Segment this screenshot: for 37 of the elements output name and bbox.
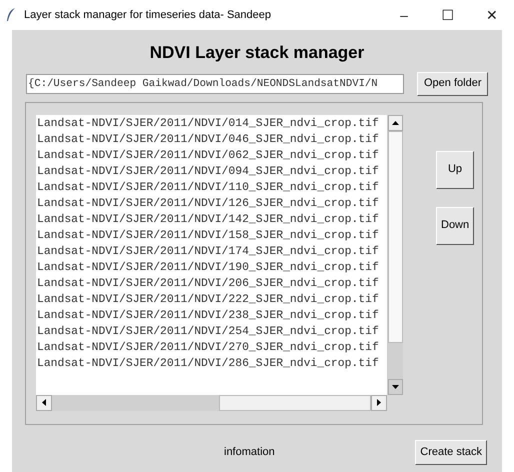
file-item[interactable]: Landsat-NDVI/SJER/2011/NDVI/286_SJER_ndvi_crop.tif <box>37 356 379 372</box>
down-arrow-icon <box>392 384 399 388</box>
open-folder-button[interactable]: Open folder <box>417 72 488 96</box>
file-item[interactable]: Landsat-NDVI/SJER/2011/NDVI/206_SJER_ndvi_crop.tif <box>37 276 379 292</box>
file-item[interactable]: Landsat-NDVI/SJER/2011/NDVI/142_SJER_ndvi_crop.tif <box>37 212 379 228</box>
feather-icon <box>6 8 16 22</box>
down-button[interactable]: Down <box>436 206 474 244</box>
path-field[interactable]: {C:/Users/Sandeep Gaikwad/Downloads/NEONDSLandsatNDVI/N <box>26 74 404 94</box>
file-item[interactable]: Landsat-NDVI/SJER/2011/NDVI/174_SJER_ndvi_crop.tif <box>37 244 379 260</box>
maximize-button[interactable]: ☐ <box>426 0 470 30</box>
file-list[interactable] <box>36 114 387 394</box>
file-item[interactable]: Landsat-NDVI/SJER/2011/NDVI/222_SJER_ndvi_crop.tif <box>37 292 379 308</box>
close-button[interactable]: ✕ <box>470 0 514 30</box>
file-item[interactable]: Landsat-NDVI/SJER/2011/NDVI/190_SJER_ndvi_crop.tif <box>37 260 379 276</box>
file-item[interactable]: Landsat-NDVI/SJER/2011/NDVI/126_SJER_ndvi_crop.tif <box>37 196 379 212</box>
minimize-button[interactable]: – <box>382 0 426 30</box>
up-arrow-icon <box>392 120 399 124</box>
heading: NDVI Layer stack manager <box>150 42 364 64</box>
file-item[interactable]: Landsat-NDVI/SJER/2011/NDVI/254_SJER_ndvi_crop.tif <box>37 324 379 340</box>
file-item[interactable]: Landsat-NDVI/SJER/2011/NDVI/046_SJER_ndvi_crop.tif <box>37 132 379 148</box>
file-item[interactable]: Landsat-NDVI/SJER/2011/NDVI/110_SJER_ndvi_crop.tif <box>37 180 379 196</box>
status-text: infomation <box>224 444 275 460</box>
up-button[interactable]: Up <box>436 150 474 188</box>
scrollbar-thumb[interactable] <box>219 394 371 410</box>
file-item[interactable]: Landsat-NDVI/SJER/2011/NDVI/014_SJER_ndvi_crop.tif <box>37 116 379 132</box>
vertical-scrollbar[interactable] <box>387 114 403 394</box>
file-item[interactable]: Landsat-NDVI/SJER/2011/NDVI/158_SJER_ndvi_crop.tif <box>37 228 379 244</box>
file-item[interactable]: Landsat-NDVI/SJER/2011/NDVI/238_SJER_ndvi_crop.tif <box>37 308 379 324</box>
left-arrow-icon <box>42 399 46 406</box>
file-item[interactable]: Landsat-NDVI/SJER/2011/NDVI/062_SJER_ndvi_crop.tif <box>37 148 379 164</box>
create-stack-button[interactable]: Create stack <box>415 440 487 464</box>
right-arrow-icon <box>377 399 381 406</box>
scrollbar-thumb[interactable] <box>388 130 403 342</box>
file-item[interactable]: Landsat-NDVI/SJER/2011/NDVI/094_SJER_ndvi_crop.tif <box>37 164 379 180</box>
window-title: Layer stack manager for timeseries data- Sandeep <box>24 8 272 23</box>
horizontal-scrollbar[interactable] <box>36 394 387 410</box>
file-item[interactable]: Landsat-NDVI/SJER/2011/NDVI/270_SJER_ndvi_crop.tif <box>37 340 379 356</box>
